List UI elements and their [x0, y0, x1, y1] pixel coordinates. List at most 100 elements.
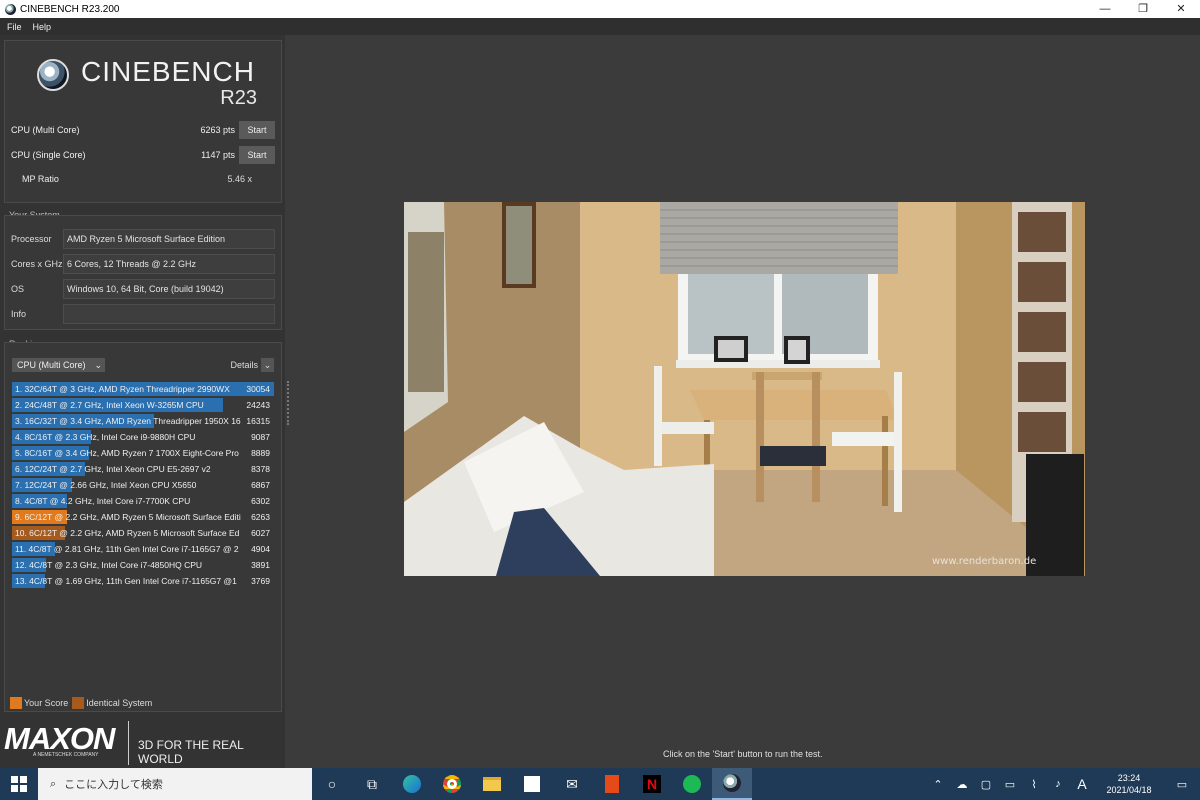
- info-field[interactable]: [63, 304, 275, 324]
- cores-row: Cores x GHz 6 Cores, 12 Threads @ 2.2 GH…: [11, 254, 275, 274]
- single-core-row: CPU (Single Core) 1147 pts Start: [11, 146, 275, 164]
- volume-icon[interactable]: ♪: [1046, 778, 1070, 790]
- battery-icon[interactable]: ▭: [998, 778, 1022, 791]
- ranking-row[interactable]: 3. 16C/32T @ 3.4 GHz, AMD Ryzen Threadri…: [12, 413, 274, 429]
- mp-ratio-value: 5.46 x: [227, 174, 252, 184]
- mp-ratio-label: MP Ratio: [22, 174, 59, 184]
- details-label[interactable]: Details: [230, 358, 258, 372]
- ranking-row[interactable]: 10. 6C/12T @ 2.2 GHz, AMD Ryzen 5 Micros…: [12, 525, 274, 541]
- cinebench-app-icon: [5, 3, 16, 15]
- os-row: OS Windows 10, 64 Bit, Core (build 19042…: [11, 279, 275, 299]
- ranking-row-label: 6. 12C/24T @ 2.7 GHz, Intel Xeon CPU E5-…: [15, 464, 211, 474]
- logo-version: R23: [220, 87, 257, 109]
- logo-brand: CINEBENCH: [81, 56, 255, 87]
- ranking-legend: Your Score Identical System: [10, 697, 156, 709]
- windows-taskbar: ⌕ ここに入力して検索 ○ ⧉ ✉ N ⌃ ☁ ▢ ▭ ⌇ ♪ A 23:24 …: [0, 768, 1200, 800]
- ranking-row[interactable]: 5. 8C/16T @ 3.4 GHz, AMD Ryzen 7 1700X E…: [12, 445, 274, 461]
- os-label: OS: [11, 284, 25, 294]
- cortana-icon[interactable]: ○: [312, 768, 352, 800]
- mail-icon[interactable]: ✉: [552, 768, 592, 800]
- window-controls: — ❐ ✕: [1086, 0, 1200, 18]
- close-button[interactable]: ✕: [1162, 0, 1200, 18]
- taskbar-search-box[interactable]: ⌕ ここに入力して検索: [38, 768, 312, 800]
- ranking-row[interactable]: 2. 24C/48T @ 2.7 GHz, Intel Xeon W-3265M…: [12, 397, 274, 413]
- ranking-row-label: 9. 6C/12T @ 2.2 GHz, AMD Ryzen 5 Microso…: [15, 512, 241, 522]
- minimize-button[interactable]: —: [1086, 0, 1124, 18]
- ranking-row[interactable]: 8. 4C/8T @ 4.2 GHz, Intel Core i7-7700K …: [12, 493, 274, 509]
- ranking-controls: CPU (Multi Core) ⌄ Details ⌄: [12, 358, 274, 372]
- system-panel: Processor AMD Ryzen 5 Microsoft Surface …: [4, 215, 282, 330]
- menu-bar: File Help: [0, 18, 1200, 35]
- ranking-row[interactable]: 9. 6C/12T @ 2.2 GHz, AMD Ryzen 5 Microso…: [12, 509, 274, 525]
- info-row: Info: [11, 304, 275, 324]
- ranking-row-score: 16315: [246, 416, 270, 426]
- edge-icon[interactable]: [392, 768, 432, 800]
- search-icon: ⌕: [50, 777, 57, 790]
- restore-button[interactable]: ❐: [1124, 0, 1162, 18]
- chevron-up-icon[interactable]: ⌃: [926, 778, 950, 791]
- device-icon[interactable]: ▢: [974, 778, 998, 791]
- ranking-row-label: 8. 4C/8T @ 4.2 GHz, Intel Core i7-7700K …: [15, 496, 191, 506]
- clock-time: 23:24: [1117, 773, 1141, 783]
- multi-core-start-button[interactable]: Start: [239, 121, 275, 139]
- ranking-row-score: 6867: [251, 480, 270, 490]
- task-view-icon[interactable]: ⧉: [352, 768, 392, 800]
- ranking-row[interactable]: 11. 4C/8T @ 2.81 GHz, 11th Gen Intel Cor…: [12, 541, 274, 557]
- identical-system-swatch: [72, 697, 85, 709]
- ranking-row-label: 12. 4C/8T @ 2.3 GHz, Intel Core i7-4850H…: [15, 560, 203, 570]
- ime-indicator[interactable]: A: [1070, 776, 1094, 792]
- multi-core-row: CPU (Multi Core) 6263 pts Start: [11, 121, 275, 139]
- processor-value: AMD Ryzen 5 Microsoft Surface Edition: [63, 229, 275, 249]
- cinebench-logo: CINEBENCH R23: [37, 56, 257, 109]
- maxon-subtitle: A NEMETSCHEK COMPANY: [33, 752, 99, 758]
- ranking-row-label: 1. 32C/64T @ 3 GHz, AMD Ryzen Threadripp…: [15, 384, 230, 394]
- cinebench-taskbar-icon[interactable]: [712, 768, 752, 800]
- ranking-type-value: CPU (Multi Core): [17, 360, 86, 370]
- panel-scrollbar[interactable]: [287, 381, 289, 425]
- score-panel: CINEBENCH R23 CPU (Multi Core) 6263 pts …: [4, 40, 282, 203]
- menu-help[interactable]: Help: [33, 22, 52, 32]
- left-panel: CINEBENCH R23 CPU (Multi Core) 6263 pts …: [0, 35, 285, 768]
- ranking-row[interactable]: 6. 12C/24T @ 2.7 GHz, Intel Xeon CPU E5-…: [12, 461, 274, 477]
- multi-core-score: 6263 pts: [200, 125, 235, 135]
- clock[interactable]: 23:24 2021/04/18: [1094, 772, 1164, 796]
- ranking-row[interactable]: 1. 32C/64T @ 3 GHz, AMD Ryzen Threadripp…: [12, 381, 274, 397]
- your-score-legend: Your Score: [24, 698, 69, 708]
- details-chevron-icon[interactable]: ⌄: [261, 358, 274, 372]
- ranking-row[interactable]: 4. 8C/16T @ 2.3 GHz, Intel Core i9-9880H…: [12, 429, 274, 445]
- start-button[interactable]: [0, 768, 38, 800]
- ranking-list: 1. 32C/64T @ 3 GHz, AMD Ryzen Threadripp…: [12, 381, 274, 589]
- processor-row: Processor AMD Ryzen 5 Microsoft Surface …: [11, 229, 275, 249]
- ranking-row-score: 6027: [251, 528, 270, 538]
- ranking-row[interactable]: 12. 4C/8T @ 2.3 GHz, Intel Core i7-4850H…: [12, 557, 274, 573]
- cores-value: 6 Cores, 12 Threads @ 2.2 GHz: [63, 254, 275, 274]
- ranking-row-score: 6263: [251, 512, 270, 522]
- mp-ratio-row: MP Ratio 5.46 x: [22, 174, 252, 184]
- ranking-row-score: 6302: [251, 496, 270, 506]
- store-icon[interactable]: [512, 768, 552, 800]
- netflix-icon[interactable]: N: [632, 768, 672, 800]
- menu-file[interactable]: File: [7, 22, 22, 32]
- maxon-logo: MAXON A NEMETSCHEK COMPANY 3D FOR THE RE…: [4, 721, 284, 766]
- file-explorer-icon[interactable]: [472, 768, 512, 800]
- clock-date: 2021/04/18: [1106, 785, 1152, 795]
- spotify-icon[interactable]: [672, 768, 712, 800]
- single-core-start-button[interactable]: Start: [239, 146, 275, 164]
- render-watermark: www.renderbaron.de: [932, 556, 1036, 567]
- office-icon[interactable]: [592, 768, 632, 800]
- ranking-row-score: 30054: [246, 384, 270, 394]
- system-tray: ⌃ ☁ ▢ ▭ ⌇ ♪ A 23:24 2021/04/18 ▭: [926, 768, 1200, 800]
- chrome-icon[interactable]: [432, 768, 472, 800]
- title-bar: CINEBENCH R23.200 — ❐ ✕: [0, 0, 1200, 18]
- wifi-icon[interactable]: ⌇: [1022, 778, 1046, 791]
- onedrive-icon[interactable]: ☁: [950, 778, 974, 791]
- info-label: Info: [11, 309, 27, 319]
- ranking-row-label: 2. 24C/48T @ 2.7 GHz, Intel Xeon W-3265M…: [15, 400, 204, 410]
- render-preview-image: www.renderbaron.de: [404, 202, 1085, 576]
- ranking-row-score: 3891: [251, 560, 270, 570]
- maxon-tagline: 3D FOR THE REAL WORLD: [138, 738, 244, 766]
- ranking-row[interactable]: 7. 12C/24T @ 2.66 GHz, Intel Xeon CPU X5…: [12, 477, 274, 493]
- notification-icon[interactable]: ▭: [1164, 778, 1200, 791]
- ranking-type-select[interactable]: CPU (Multi Core) ⌄: [12, 358, 105, 372]
- ranking-row[interactable]: 13. 4C/8T @ 1.69 GHz, 11th Gen Intel Cor…: [12, 573, 274, 589]
